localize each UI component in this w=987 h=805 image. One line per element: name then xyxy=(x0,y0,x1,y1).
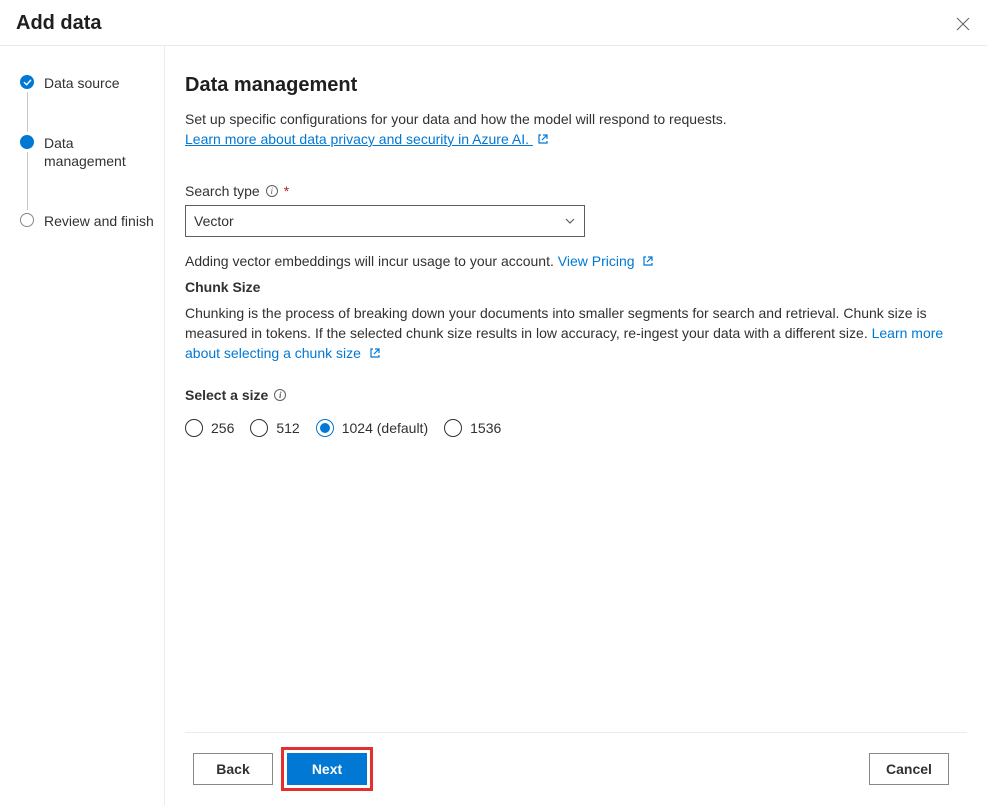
back-button[interactable]: Back xyxy=(193,753,273,785)
required-indicator: * xyxy=(284,183,289,199)
dropdown-value: Vector xyxy=(194,213,234,229)
check-icon xyxy=(20,75,34,89)
step-label: Review and finish xyxy=(44,212,154,230)
upcoming-step-icon xyxy=(20,213,34,227)
step-label: Data management xyxy=(44,134,156,170)
external-link-icon xyxy=(642,255,654,267)
radio-label: 512 xyxy=(276,420,299,436)
info-icon[interactable]: i xyxy=(266,185,278,197)
current-step-icon xyxy=(20,135,34,149)
page-description: Set up specific configurations for your … xyxy=(185,111,727,127)
external-link-icon xyxy=(369,347,381,359)
chunk-size-description: Chunking is the process of breaking down… xyxy=(185,305,927,341)
step-label: Data source xyxy=(44,74,119,92)
next-button-highlight: Next xyxy=(281,747,373,791)
step-data-source[interactable]: Data source xyxy=(20,74,156,134)
learn-more-link[interactable]: Learn more about data privacy and securi… xyxy=(185,131,549,147)
radio-label: 1536 xyxy=(470,420,501,436)
chunk-size-radio-group: 256 512 1024 (default) 1536 xyxy=(185,419,967,437)
chunk-size-option-512[interactable]: 512 xyxy=(250,419,299,437)
chunk-size-heading: Chunk Size xyxy=(185,279,967,295)
external-link-icon xyxy=(537,133,549,145)
view-pricing-link[interactable]: View Pricing xyxy=(558,253,655,269)
info-icon[interactable]: i xyxy=(274,389,286,401)
next-button[interactable]: Next xyxy=(287,753,367,785)
cancel-button[interactable]: Cancel xyxy=(869,753,949,785)
radio-label: 256 xyxy=(211,420,234,436)
radio-label: 1024 (default) xyxy=(342,420,428,436)
close-icon[interactable] xyxy=(955,16,971,32)
search-type-dropdown[interactable]: Vector xyxy=(185,205,585,237)
select-size-label: Select a size xyxy=(185,387,268,403)
chunk-size-option-256[interactable]: 256 xyxy=(185,419,234,437)
chevron-down-icon xyxy=(564,215,576,227)
step-data-management[interactable]: Data management xyxy=(20,134,156,212)
page-title: Data management xyxy=(185,74,967,97)
chunk-size-option-1536[interactable]: 1536 xyxy=(444,419,501,437)
wizard-steps: Data source Data management Review and f… xyxy=(0,46,165,805)
step-review-finish[interactable]: Review and finish xyxy=(20,212,156,230)
chunk-size-option-1024[interactable]: 1024 (default) xyxy=(316,419,428,437)
search-type-label: Search type xyxy=(185,183,260,199)
dialog-title: Add data xyxy=(16,12,102,35)
embedding-hint: Adding vector embeddings will incur usag… xyxy=(185,253,558,269)
